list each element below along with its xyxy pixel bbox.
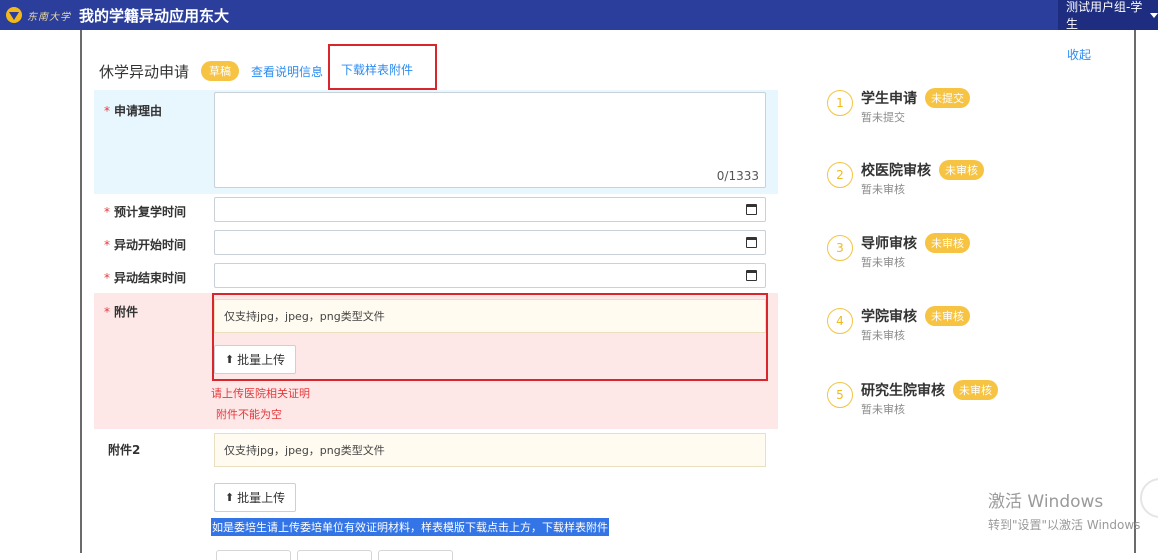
attachment-highlight [212, 293, 768, 381]
start-time-input[interactable] [214, 230, 766, 255]
required-mark: * [104, 205, 110, 219]
attachment-row: * 附件 仅支持jpg，jpeg，png类型文件 ⬆ 批量上传 请上传医院相关证明 … [94, 293, 778, 429]
step-subtitle: 暂未审核 [861, 403, 905, 416]
step-number: 1 [827, 90, 853, 116]
top-bar: 东南大学 我的学籍异动应用东大 测试用户组-学生 [0, 0, 1158, 31]
step-4: 4 学院审核 未审核 暂未审核 [827, 306, 970, 343]
return-time-input[interactable] [214, 197, 766, 222]
batch-upload-button-2[interactable]: ⬆ 批量上传 [214, 483, 296, 512]
bottom-button[interactable] [216, 550, 291, 560]
view-info-link[interactable]: 查看说明信息 [251, 63, 323, 80]
required-mark: * [104, 238, 110, 252]
step-number: 4 [827, 308, 853, 334]
logo-text: 东南大学 [27, 11, 71, 23]
collapse-link[interactable]: 收起 [1067, 46, 1091, 63]
app-title: 我的学籍异动应用东大 [79, 6, 230, 25]
calendar-icon[interactable] [746, 204, 757, 215]
bottom-buttons [216, 550, 453, 560]
end-time-input[interactable] [214, 263, 766, 288]
error-message: 附件不能为空 [216, 408, 282, 421]
step-title: 研究生院审核 [861, 383, 945, 399]
step-number: 3 [827, 235, 853, 261]
reason-textarea[interactable]: 0/1333 [214, 92, 766, 188]
step-status-badge: 未审核 [953, 380, 998, 400]
floating-button[interactable] [1140, 478, 1158, 518]
watermark-line2: 转到"设置"以激活 Windows [988, 518, 1141, 532]
status-badge: 草稿 [201, 61, 240, 81]
step-5: 5 研究生院审核 未审核 暂未审核 [827, 380, 998, 417]
card-header: 休学异动申请 草稿 查看说明信息 [99, 60, 323, 82]
start-time-label: * 异动开始时间 [104, 238, 187, 252]
step-status-badge: 未审核 [925, 233, 970, 253]
start-time-row: * 异动开始时间 [94, 230, 778, 255]
entrusted-note: 如是委培生请上传委培单位有效证明材料，样表模版下载点击上方，下载样表附件 [211, 518, 609, 536]
required-mark: * [104, 305, 110, 319]
attachment-label: * 附件 [104, 305, 139, 319]
chevron-down-icon [1150, 12, 1158, 18]
end-time-label: * 异动结束时间 [104, 271, 187, 285]
step-2: 2 校医院审核 未审核 暂未审核 [827, 160, 984, 197]
bottom-button[interactable] [378, 550, 453, 560]
step-status-badge: 未提交 [925, 88, 970, 108]
step-subtitle: 暂未提交 [861, 111, 905, 124]
char-counter: 0/1333 [716, 169, 759, 183]
step-1: 1 学生申请 未提交 暂未提交 [827, 88, 970, 125]
step-title: 学院审核 [861, 309, 917, 325]
required-mark: * [104, 104, 110, 118]
reason-label: * 申请理由 [104, 104, 163, 118]
step-subtitle: 暂未审核 [861, 329, 905, 342]
step-subtitle: 暂未审核 [861, 256, 905, 269]
reason-row: * 申请理由 0/1333 [94, 90, 778, 194]
error-message: 请上传医院相关证明 [211, 387, 310, 400]
calendar-icon[interactable] [746, 237, 757, 248]
university-logo[interactable]: 东南大学 [6, 7, 71, 23]
step-number: 2 [827, 162, 853, 188]
step-title: 学生申请 [861, 91, 917, 107]
bottom-button[interactable] [297, 550, 372, 560]
user-label: 测试用户组-学生 [1066, 0, 1143, 31]
step-3: 3 导师审核 未审核 暂未审核 [827, 233, 970, 270]
calendar-icon[interactable] [746, 270, 757, 281]
step-title: 校医院审核 [861, 163, 931, 179]
step-status-badge: 未审核 [925, 306, 970, 326]
return-time-label: * 预计复学时间 [104, 205, 187, 219]
user-menu[interactable]: 测试用户组-学生 [1058, 0, 1158, 31]
emblem-icon [6, 7, 22, 23]
page-title: 休学异动申请 [99, 62, 190, 81]
application-card: 收起 休学异动申请 草稿 查看说明信息 下载样表附件 * 申请理由 0/1333 … [80, 30, 1136, 560]
watermark-line1: 激活 Windows [988, 492, 1104, 512]
attachment2-file-box[interactable]: 仅支持jpg，jpeg，png类型文件 [214, 433, 766, 467]
step-number: 5 [827, 382, 853, 408]
step-subtitle: 暂未审核 [861, 183, 905, 196]
required-mark: * [104, 271, 110, 285]
download-sample-highlight: 下载样表附件 [328, 44, 437, 90]
activation-watermark: 激活 Windows 转到"设置"以激活 Windows [988, 487, 1140, 533]
upload-icon: ⬆ [224, 491, 235, 504]
return-time-row: * 预计复学时间 [94, 197, 778, 222]
download-sample-link[interactable]: 下载样表附件 [341, 61, 413, 78]
step-title: 导师审核 [861, 236, 917, 252]
step-status-badge: 未审核 [939, 160, 984, 180]
attachment2-label: 附件2 [108, 443, 141, 457]
end-time-row: * 异动结束时间 [94, 263, 778, 288]
